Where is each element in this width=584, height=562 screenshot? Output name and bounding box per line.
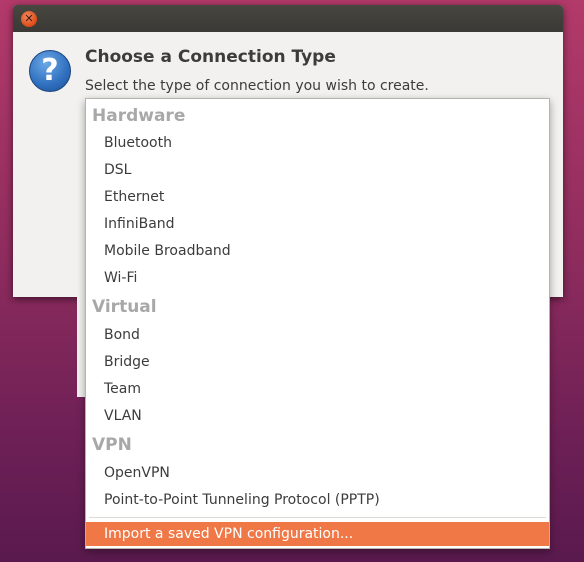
menu-item-openvpn[interactable]: OpenVPN (104, 462, 170, 484)
menu-item-import-vpn[interactable]: Import a saved VPN configuration... (86, 522, 549, 546)
dialog-subtitle: Select the type of connection you wish t… (85, 78, 429, 94)
menu-item-ethernet[interactable]: Ethernet (104, 186, 164, 208)
combo-remnant (77, 297, 85, 397)
menu-item-pptp[interactable]: Point-to-Point Tunneling Protocol (PPTP) (104, 489, 380, 511)
menu-item-mobile-broadband[interactable]: Mobile Broadband (104, 240, 231, 262)
connection-type-menu[interactable]: Hardware Bluetooth DSL Ethernet InfiniBa… (85, 98, 550, 549)
menu-item-infiniband[interactable]: InfiniBand (104, 213, 175, 235)
section-header-vpn: VPN (92, 435, 132, 455)
menu-item-vlan[interactable]: VLAN (104, 405, 142, 427)
menu-item-bond[interactable]: Bond (104, 324, 140, 346)
question-icon: ? (29, 50, 71, 92)
section-header-hardware: Hardware (92, 106, 186, 126)
title-bar[interactable]: ✕ (13, 5, 563, 32)
close-icon[interactable]: ✕ (21, 11, 37, 27)
menu-separator (89, 517, 546, 518)
menu-item-bridge[interactable]: Bridge (104, 351, 150, 373)
dialog-title: Choose a Connection Type (85, 47, 336, 67)
menu-item-dsl[interactable]: DSL (104, 159, 131, 181)
section-header-virtual: Virtual (92, 297, 157, 317)
menu-item-wifi[interactable]: Wi-Fi (104, 267, 137, 289)
menu-item-bluetooth[interactable]: Bluetooth (104, 132, 172, 154)
menu-item-team[interactable]: Team (104, 378, 141, 400)
